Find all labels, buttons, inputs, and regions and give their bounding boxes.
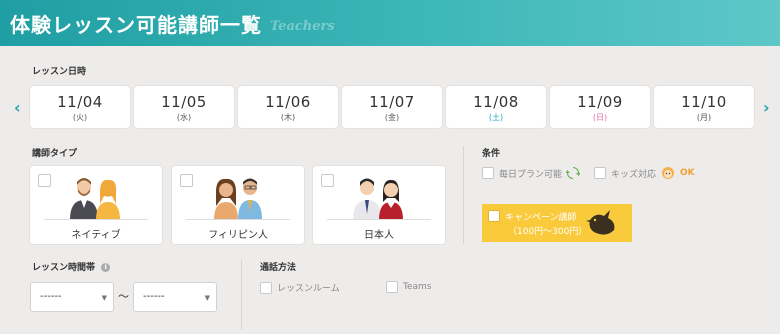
lesson-date-label: レッスン日時 xyxy=(32,67,87,77)
time-to-value: ------ xyxy=(143,291,165,302)
lesson-time-text: レッスン時間帯 xyxy=(32,263,96,273)
card-divider xyxy=(327,219,431,220)
kid-face-icon xyxy=(662,167,675,179)
campaign-teacher-option[interactable]: キャンペーン講師 （100円〜300円） xyxy=(482,204,632,242)
date-card[interactable]: 11/08 (土) xyxy=(446,86,546,128)
chevron-right-icon[interactable]: › xyxy=(763,98,770,117)
date-card[interactable]: 11/09 (日) xyxy=(550,86,650,128)
date-value: 11/08 xyxy=(473,93,519,111)
teacher-type-label: 講師タイプ xyxy=(32,149,78,159)
chevron-down-icon: ▼ xyxy=(101,294,107,302)
teacher-type-filipino[interactable]: フィリピン人 xyxy=(172,166,304,244)
weekday: (木) xyxy=(280,113,296,122)
native-teachers-icon xyxy=(70,178,120,220)
lesson-time-label: レッスン時間帯 i xyxy=(32,260,111,273)
date-card[interactable]: 11/04 (火) xyxy=(30,86,130,128)
lesson-room-label: レッスンルーム xyxy=(277,284,340,294)
chevron-left-icon[interactable]: ‹ xyxy=(14,98,21,117)
refresh-icon xyxy=(566,167,581,179)
weekday: (火) xyxy=(72,113,88,122)
date-card[interactable]: 11/07 (金) xyxy=(342,86,442,128)
date-value: 11/07 xyxy=(369,93,415,111)
info-icon[interactable]: i xyxy=(101,263,111,272)
daily-plan-label: 毎日プラン可能 xyxy=(499,169,563,180)
kids-option[interactable]: キッズ対応 OK xyxy=(594,166,695,180)
date-value: 11/10 xyxy=(681,93,727,111)
teacher-type-japanese[interactable]: 日本人 xyxy=(313,166,445,244)
weekday-sunday: (日) xyxy=(592,113,608,122)
call-method-lesson-room[interactable]: レッスンルーム xyxy=(260,281,340,294)
kids-ok-badge: OK xyxy=(680,168,695,178)
teacher-type-native[interactable]: ネイティブ xyxy=(30,166,162,244)
japanese-teachers-icon xyxy=(353,178,403,220)
japanese-checkbox[interactable] xyxy=(321,174,334,187)
vertical-divider xyxy=(463,146,464,244)
page-header: 体験レッスン可能講師一覧 Teachers xyxy=(0,0,780,46)
card-divider xyxy=(44,219,148,220)
filipino-checkbox[interactable] xyxy=(180,174,193,187)
campaign-price: （100円〜300円） xyxy=(508,227,588,237)
date-card[interactable]: 11/06 (木) xyxy=(238,86,338,128)
date-value: 11/04 xyxy=(57,93,103,111)
time-from-value: ------ xyxy=(40,291,62,302)
bird-icon xyxy=(586,210,615,235)
weekday-saturday: (土) xyxy=(488,113,504,122)
time-from-select[interactable]: ------ ▼ xyxy=(30,282,114,312)
native-checkbox[interactable] xyxy=(38,174,51,187)
campaign-checkbox[interactable] xyxy=(488,210,500,222)
time-separator: 〜 xyxy=(118,290,129,303)
weekday: (水) xyxy=(176,113,192,122)
date-value: 11/06 xyxy=(265,93,311,111)
chevron-down-icon: ▼ xyxy=(204,294,210,302)
date-value: 11/05 xyxy=(161,93,207,111)
kids-checkbox[interactable] xyxy=(594,167,606,179)
date-card[interactable]: 11/05 (水) xyxy=(134,86,234,128)
date-value: 11/09 xyxy=(577,93,623,111)
teacher-type-label-japanese: 日本人 xyxy=(364,230,394,241)
weekday: (月) xyxy=(696,113,712,122)
daily-plan-checkbox[interactable] xyxy=(482,167,494,179)
daily-plan-option[interactable]: 毎日プラン可能 xyxy=(482,166,581,180)
card-divider xyxy=(186,219,290,220)
teams-label: Teams xyxy=(403,282,432,292)
teams-checkbox[interactable] xyxy=(386,281,398,293)
lesson-room-checkbox[interactable] xyxy=(260,281,272,294)
teacher-type-label-filipino: フィリピン人 xyxy=(208,230,268,241)
teacher-type-label-native: ネイティブ xyxy=(71,230,121,241)
campaign-label: キャンペーン講師 xyxy=(505,213,577,223)
time-to-select[interactable]: ------ ▼ xyxy=(133,282,217,312)
call-method-label: 通話方法 xyxy=(260,263,297,273)
page-subtitle: Teachers xyxy=(270,18,335,34)
call-method-teams[interactable]: Teams xyxy=(386,281,431,293)
page-title: 体験レッスン可能講師一覧 xyxy=(10,12,262,37)
weekday: (金) xyxy=(384,113,400,122)
vertical-divider xyxy=(241,260,242,330)
kids-label: キッズ対応 xyxy=(611,169,657,180)
date-card[interactable]: 11/10 (月) xyxy=(654,86,754,128)
conditions-label: 条件 xyxy=(482,149,501,159)
filipino-teachers-icon xyxy=(214,178,262,220)
